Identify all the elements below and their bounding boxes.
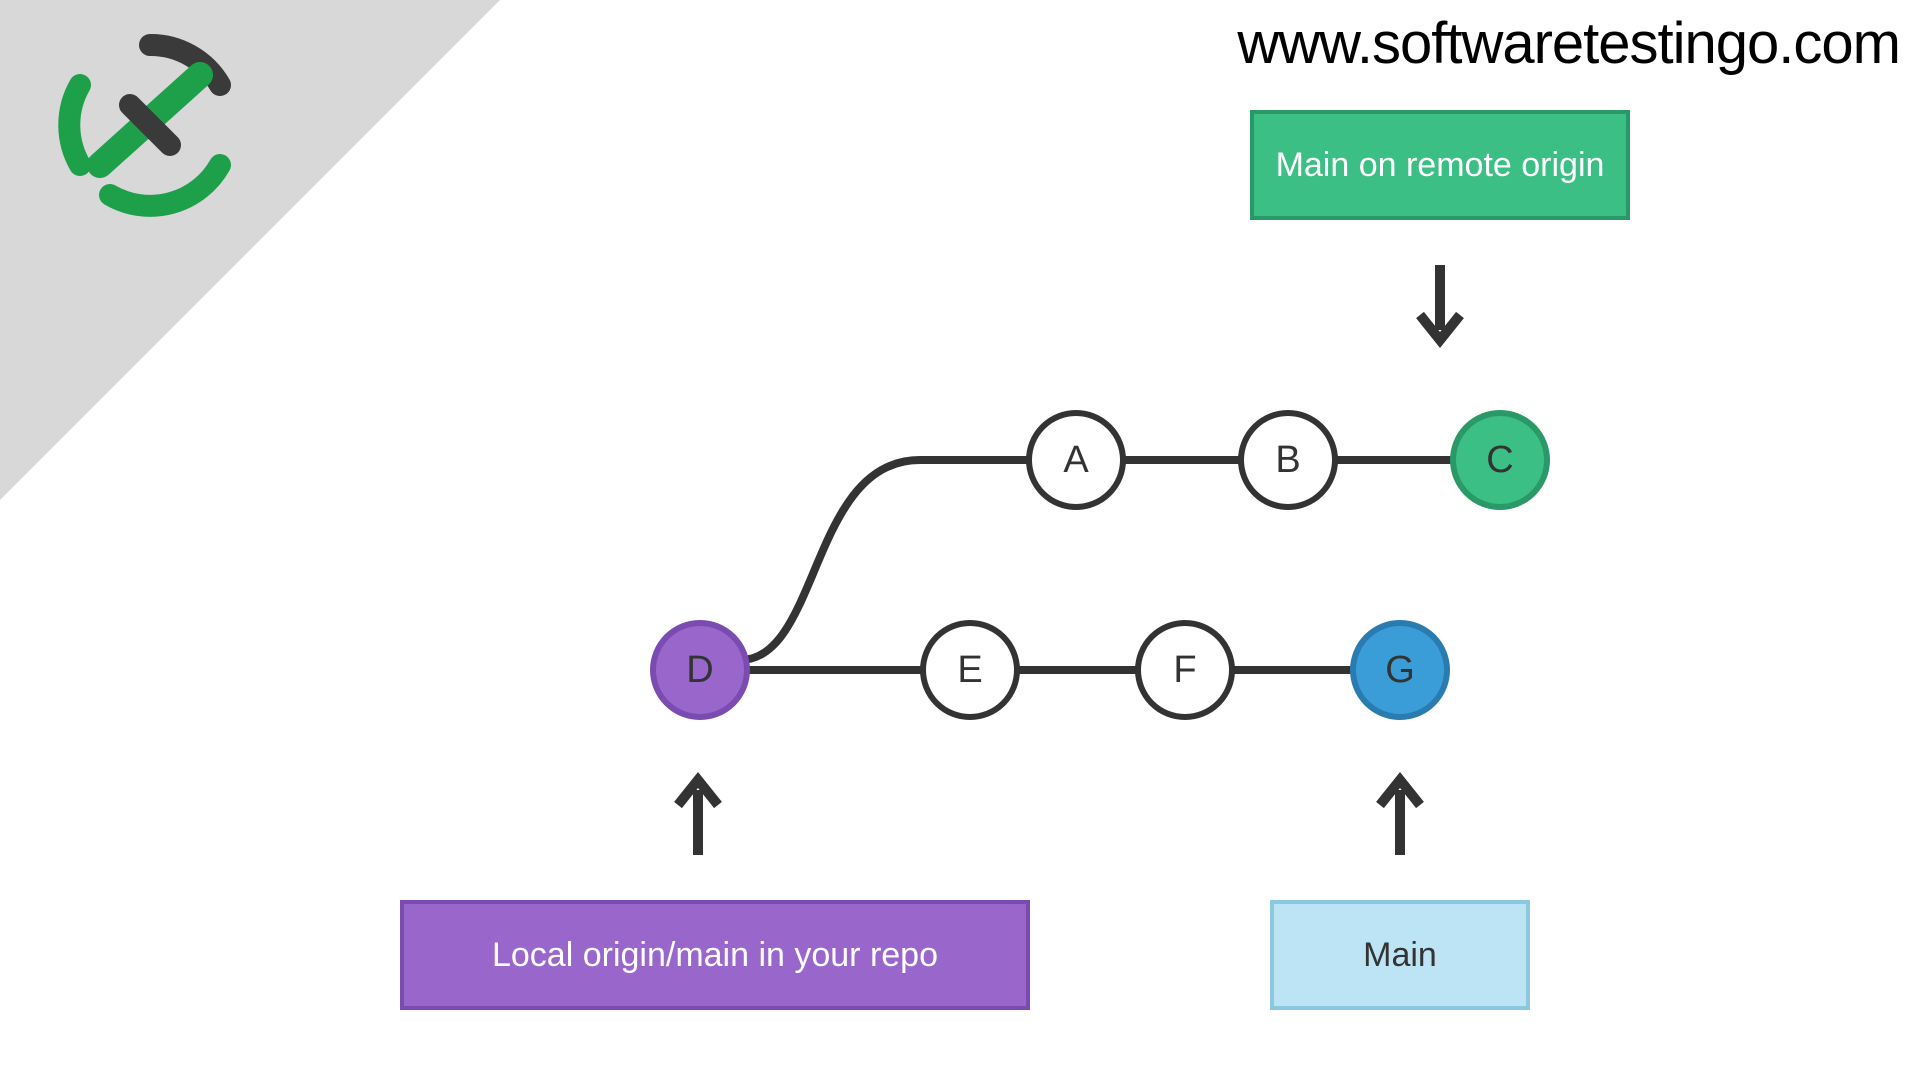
commit-node-c: C — [1450, 410, 1550, 510]
node-label: B — [1275, 439, 1300, 482]
site-url: www.softwaretestingo.com — [1237, 10, 1900, 77]
commit-node-e: E — [920, 620, 1020, 720]
commit-node-f: F — [1135, 620, 1235, 720]
site-logo — [50, 25, 250, 225]
node-label: G — [1385, 649, 1415, 692]
commit-node-d: D — [650, 620, 750, 720]
commit-node-b: B — [1238, 410, 1338, 510]
node-label: F — [1173, 649, 1196, 692]
node-label: C — [1486, 439, 1513, 482]
node-label: D — [686, 649, 713, 692]
node-label: E — [957, 649, 982, 692]
commit-node-a: A — [1026, 410, 1126, 510]
git-diagram: Main on remote origin Local origin/main … — [380, 100, 1680, 1060]
node-label: A — [1063, 439, 1088, 482]
commit-node-g: G — [1350, 620, 1450, 720]
